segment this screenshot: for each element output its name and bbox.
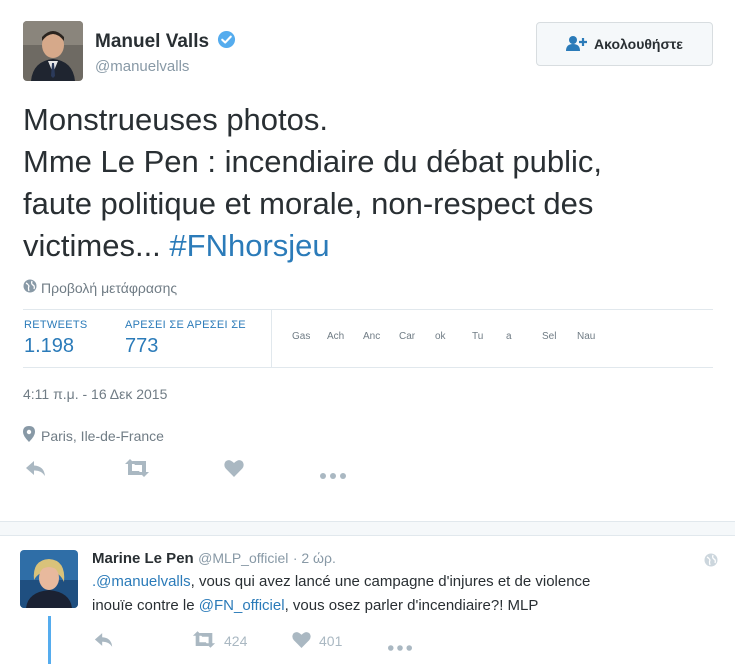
- divider: [23, 367, 713, 368]
- reply-text: .@manuelvalls, vous qui avez lancé une c…: [92, 570, 722, 618]
- reply-icon: [94, 631, 114, 651]
- author-name[interactable]: Manuel Valls: [95, 30, 236, 55]
- globe-icon: [23, 279, 37, 296]
- reply-icon: [25, 459, 47, 480]
- liker-avatar[interactable]: Car: [399, 331, 415, 342]
- hashtag-link[interactable]: #FNhorsjeu: [169, 228, 329, 263]
- retweets-stat[interactable]: RETWEETS 1.198: [24, 319, 88, 358]
- like-button[interactable]: [224, 459, 244, 480]
- liker-avatar[interactable]: Sel: [542, 331, 556, 342]
- verified-icon: [217, 30, 236, 55]
- author-avatar[interactable]: [23, 21, 83, 81]
- liker-avatar[interactable]: Gas: [292, 331, 310, 342]
- author-handle[interactable]: @manuelvalls: [95, 58, 189, 75]
- reply-more-button[interactable]: [388, 638, 412, 654]
- more-dots-icon: [388, 638, 412, 654]
- section-separator: [0, 521, 735, 536]
- retweet-button[interactable]: [124, 459, 150, 480]
- reply-author-handle[interactable]: @MLP_officiel: [198, 550, 288, 566]
- reply-author-name[interactable]: Marine Le Pen: [92, 550, 194, 567]
- mention-link[interactable]: .@manuelvalls: [92, 573, 191, 590]
- tweet-text-line: victimes... #FNhorsjeu: [23, 228, 330, 263]
- reply-thread-line: [48, 616, 51, 664]
- retweets-label: RETWEETS: [24, 319, 88, 331]
- reply-retweet-count: 424: [224, 633, 248, 649]
- reply-like-button[interactable]: 401: [292, 631, 342, 651]
- reply-author-avatar[interactable]: [20, 550, 78, 608]
- tweet-text: Monstrueuses photos. Mme Le Pen : incend…: [23, 99, 723, 267]
- tweet-text-line: Mme Le Pen : incendiaire du débat public…: [23, 144, 603, 179]
- tweet-timestamp[interactable]: 4:11 π.μ. - 16 Δεκ 2015: [23, 386, 167, 402]
- add-user-icon: [566, 35, 588, 54]
- stats-divider: [271, 310, 272, 367]
- more-button[interactable]: [320, 466, 346, 482]
- tweet-text-line: Monstrueuses photos.: [23, 102, 329, 137]
- tweet-location[interactable]: Paris, Ile-de-France: [23, 426, 164, 445]
- tweet-text-line: faute politique et morale, non-respect d…: [23, 186, 594, 221]
- divider: [23, 309, 713, 310]
- retweets-count: 1.198: [24, 335, 75, 357]
- mention-link[interactable]: @FN_officiel: [199, 597, 285, 614]
- heart-icon: [224, 459, 244, 480]
- reply-button[interactable]: [25, 459, 47, 480]
- likes-label: ΑΡΕΣΕΙ ΣΕ ΑΡΕΣΕΙ ΣΕ: [125, 319, 246, 331]
- retweet-icon: [124, 459, 150, 480]
- reply-text-line: .@manuelvalls, vous qui avez lancé une c…: [92, 573, 591, 590]
- liker-avatar[interactable]: Tu: [472, 331, 483, 342]
- retweet-icon: [192, 631, 216, 651]
- likes-stat[interactable]: ΑΡΕΣΕΙ ΣΕ ΑΡΕΣΕΙ ΣΕ 773: [125, 319, 246, 358]
- location-pin-icon: [23, 426, 35, 445]
- liker-avatar[interactable]: Nau: [577, 331, 595, 342]
- reply-text-line: inouïe contre le @FN_officiel, vous osez…: [92, 597, 539, 614]
- reply-reply-button[interactable]: [94, 631, 114, 651]
- liker-avatar[interactable]: Anc: [363, 331, 380, 342]
- follow-button[interactable]: Ακολουθήστε: [536, 22, 713, 66]
- liker-avatar[interactable]: Ach: [327, 331, 344, 342]
- likes-count: 773: [125, 335, 159, 357]
- reply-header: Marine Le Pen @MLP_officiel · 2 ώρ.: [92, 550, 336, 568]
- reply-time[interactable]: · 2 ώρ.: [293, 550, 336, 566]
- translate-link[interactable]: Προβολή μετάφρασης: [23, 279, 177, 296]
- liker-avatar[interactable]: ok: [435, 331, 446, 342]
- reply-like-count: 401: [319, 633, 343, 649]
- more-dots-icon: [320, 466, 346, 482]
- heart-icon: [292, 631, 311, 651]
- reply-retweet-button[interactable]: 424: [192, 631, 247, 651]
- liker-avatar[interactable]: a: [506, 331, 512, 342]
